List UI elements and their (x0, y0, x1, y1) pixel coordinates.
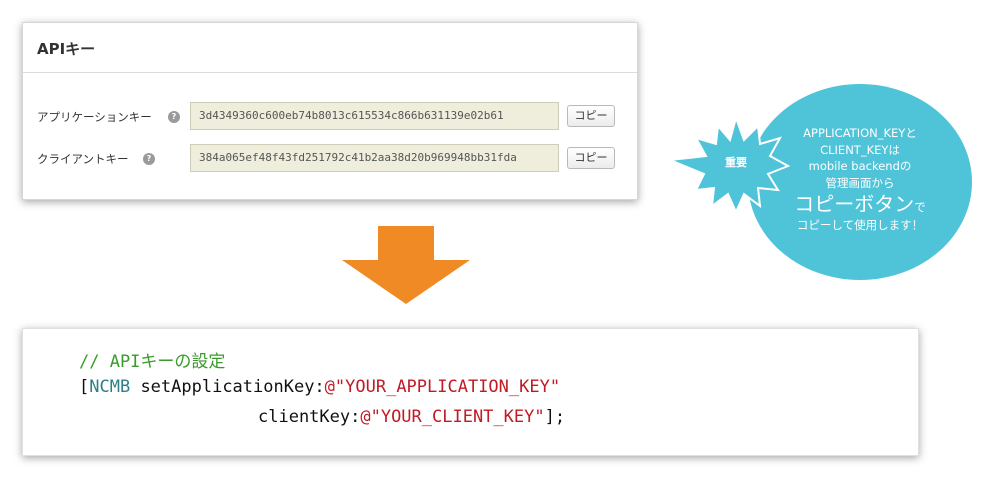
help-icon[interactable]: ? (143, 153, 155, 165)
code-comment: // APIキーの設定 (79, 352, 226, 372)
code-method-set-application-key: setApplicationKey: (130, 377, 325, 397)
callout-emphasis-line: コピーボタンで (753, 191, 967, 217)
callout-line: APPLICATION_KEYと (803, 126, 917, 140)
code-close: ]; (544, 407, 566, 427)
application-key-row: アプリケーションキー ? 3d4349360c600eb74b8013c6155… (23, 101, 637, 131)
code-class-name: NCMB (89, 377, 131, 397)
code-line-set-application-key: [NCMB setApplicationKey:@"YOUR_APPLICATI… (79, 377, 560, 397)
code-method-client-key: clientKey: (258, 407, 361, 427)
client-key-row: クライアントキー ? 384a065ef48f43fd251792c41b2aa… (23, 143, 637, 173)
api-key-panel: APIキー アプリケーションキー ? 3d4349360c600eb74b801… (22, 22, 638, 200)
callout-emphasis: コピーボタン (794, 192, 915, 216)
code-open-bracket: [ (79, 377, 90, 397)
callout-emphasis-suffix: で (914, 200, 926, 214)
down-arrow-icon (342, 226, 470, 304)
help-icon[interactable]: ? (168, 111, 180, 123)
panel-divider (23, 72, 637, 73)
copy-application-key-button[interactable]: コピー (567, 105, 615, 127)
callout-line: CLIENT_KEYは (820, 142, 900, 157)
callout-text: APPLICATION_KEYと CLIENT_KEYは mobile back… (753, 125, 967, 234)
client-key-field[interactable]: 384a065ef48f43fd251792c41b2aa38d20b96994… (190, 144, 559, 172)
code-panel: // APIキーの設定 [NCMB setApplicationKey:@"YO… (22, 328, 919, 456)
code-string-client-key: @"YOUR_CLIENT_KEY" (360, 407, 545, 427)
copy-client-key-button[interactable]: コピー (567, 147, 615, 169)
code-string-application-key: @"YOUR_APPLICATION_KEY" (324, 377, 561, 397)
callout-line: 管理画面から (825, 175, 895, 190)
application-key-field[interactable]: 3d4349360c600eb74b8013c615534c866b631139… (190, 102, 559, 130)
code-line-client-key: clientKey:@"YOUR_CLIENT_KEY"]; (258, 407, 565, 427)
panel-title: APIキー (37, 40, 96, 58)
callout-line: mobile backendの (808, 159, 912, 173)
client-key-label: クライアントキー (37, 152, 129, 166)
important-badge: 重要 (725, 156, 747, 169)
callout-line: コピーして使用します！ (796, 218, 924, 232)
application-key-label: アプリケーションキー (37, 110, 152, 124)
